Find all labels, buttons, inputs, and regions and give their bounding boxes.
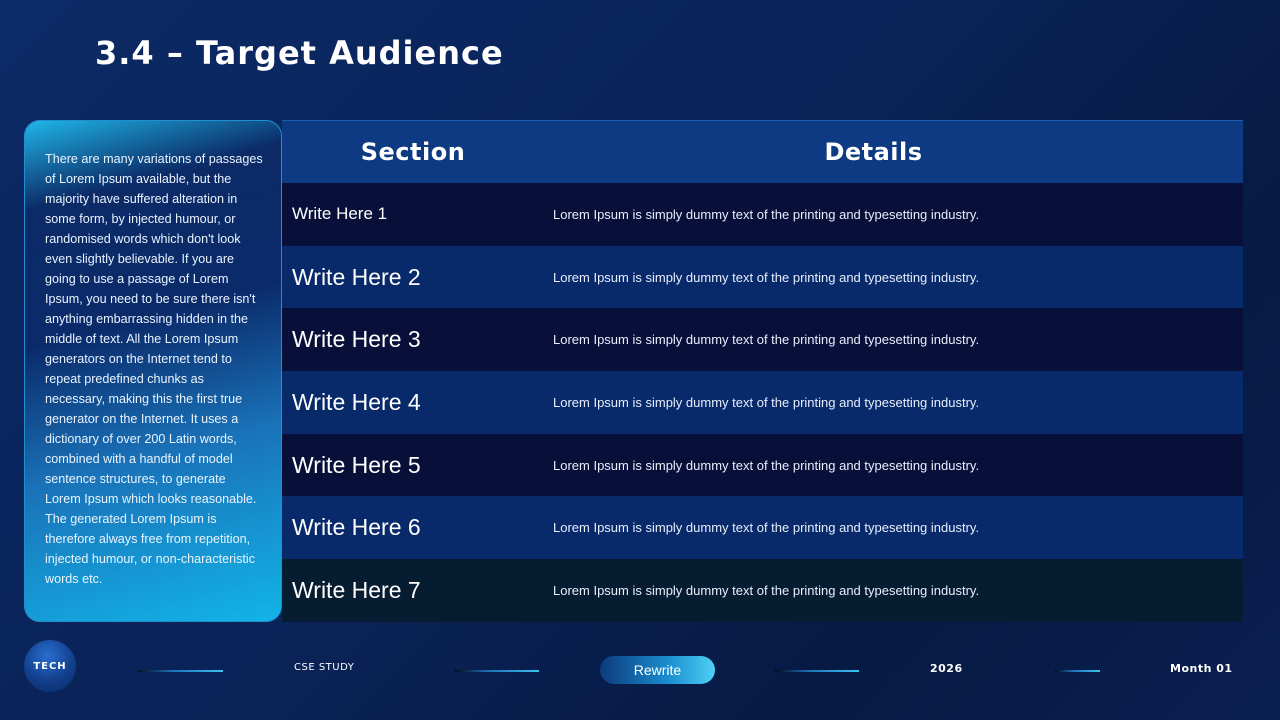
row-section: Write Here 1 [292,204,388,224]
row-details: Lorem Ipsum is simply dummy text of the … [553,394,980,410]
footer-divider [455,670,539,672]
footer-divider [138,670,223,672]
table-row: Write Here 5 Lorem Ipsum is simply dummy… [282,433,1243,497]
footer-divider [775,670,859,672]
audience-table: Section Details Write Here 1 Lorem Ipsum… [282,120,1243,622]
table-row: Write Here 7 Lorem Ipsum is simply dummy… [282,559,1243,622]
row-details: Lorem Ipsum is simply dummy text of the … [553,332,980,348]
table-row: Write Here 3 Lorem Ipsum is simply dummy… [282,308,1243,372]
table-row: Write Here 2 Lorem Ipsum is simply dummy… [282,245,1243,309]
footer-divider [1055,670,1100,672]
footer-year: 2026 [930,662,963,675]
row-details: Lorem Ipsum is simply dummy text of the … [553,206,980,222]
table-row: Write Here 4 Lorem Ipsum is simply dummy… [282,371,1243,434]
row-details: Lorem Ipsum is simply dummy text of the … [553,269,980,285]
slide-title: 3.4 – Target Audience [95,34,504,72]
footer-case-study: CSE STUDY [294,662,355,673]
side-panel-text: There are many variations of passages of… [45,152,263,586]
row-details: Lorem Ipsum is simply dummy text of the … [553,457,980,473]
header-details: Details [824,138,923,166]
header-section: Section [360,138,466,166]
row-details: Lorem Ipsum is simply dummy text of the … [553,582,980,598]
footer-logo: TECH [24,640,76,692]
table-header: Section Details [282,120,1243,183]
row-section: Write Here 3 [292,326,421,353]
row-section: Write Here 7 [292,576,421,603]
row-section: Write Here 4 [292,388,421,415]
rewrite-button[interactable]: Rewrite [600,656,715,684]
footer-month: Month 01 [1170,662,1233,675]
footer-logo-text: TECH [33,660,67,672]
table-row: Write Here 1 Lorem Ipsum is simply dummy… [282,183,1243,246]
row-details: Lorem Ipsum is simply dummy text of the … [553,520,980,536]
table-body: Write Here 1 Lorem Ipsum is simply dummy… [282,183,1243,622]
row-section: Write Here 5 [292,451,421,478]
row-section: Write Here 2 [292,263,421,290]
side-panel: There are many variations of passages of… [24,120,282,622]
table-row: Write Here 6 Lorem Ipsum is simply dummy… [282,496,1243,560]
row-section: Write Here 6 [292,514,421,541]
